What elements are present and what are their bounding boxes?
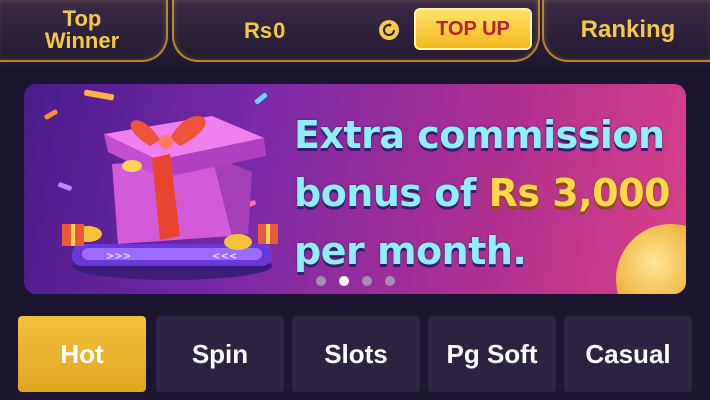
tab-slots[interactable]: Slots [292,316,420,392]
gift-box-illustration: >>> <<< [62,116,278,280]
carousel-indicator [316,276,395,286]
balance-value: 0 [273,18,286,43]
headline-line3: per month. [294,229,527,273]
headline-line2-prefix: bonus of [294,171,476,215]
top-up-button[interactable]: TOP UP [414,8,532,50]
svg-text:<<<: <<< [212,251,237,262]
top-winner-label-line1: Top [62,6,102,31]
tab-pg-soft[interactable]: Pg Soft [428,316,556,392]
banner-headline: Extra commission bonus of Rs 3,000 per m… [294,106,674,280]
refresh-icon[interactable] [379,20,399,40]
headline-line2: bonus of Rs 3,000 [294,164,674,222]
top-winner-label-line2: Winner [44,28,120,53]
top-bar: Top Winner Rs 0 TOP UP Ranking [0,0,710,68]
balance-currency: Rs [244,18,273,43]
carousel-dot[interactable] [316,276,326,286]
top-winner-button[interactable]: Top Winner [0,0,168,62]
wallet-panel: Rs 0 TOP UP [172,0,540,62]
ranking-button[interactable]: Ranking [542,0,710,62]
carousel-dot[interactable] [362,276,372,286]
headline-line1: Extra commission [294,113,665,157]
tab-casual[interactable]: Casual [564,316,692,392]
tab-spin[interactable]: Spin [156,316,284,392]
tab-hot[interactable]: Hot [18,316,146,392]
bonus-amount: Rs 3,000 [488,171,671,215]
carousel-dot-active[interactable] [339,276,349,286]
balance-display: Rs 0 [244,0,285,62]
svg-text:>>>: >>> [106,251,131,262]
carousel-dot[interactable] [385,276,395,286]
promo-banner[interactable]: >>> <<< Extra commission bonus of Rs 3,0… [24,84,686,294]
category-tabs: Hot Spin Slots Pg Soft Casual [18,316,698,392]
